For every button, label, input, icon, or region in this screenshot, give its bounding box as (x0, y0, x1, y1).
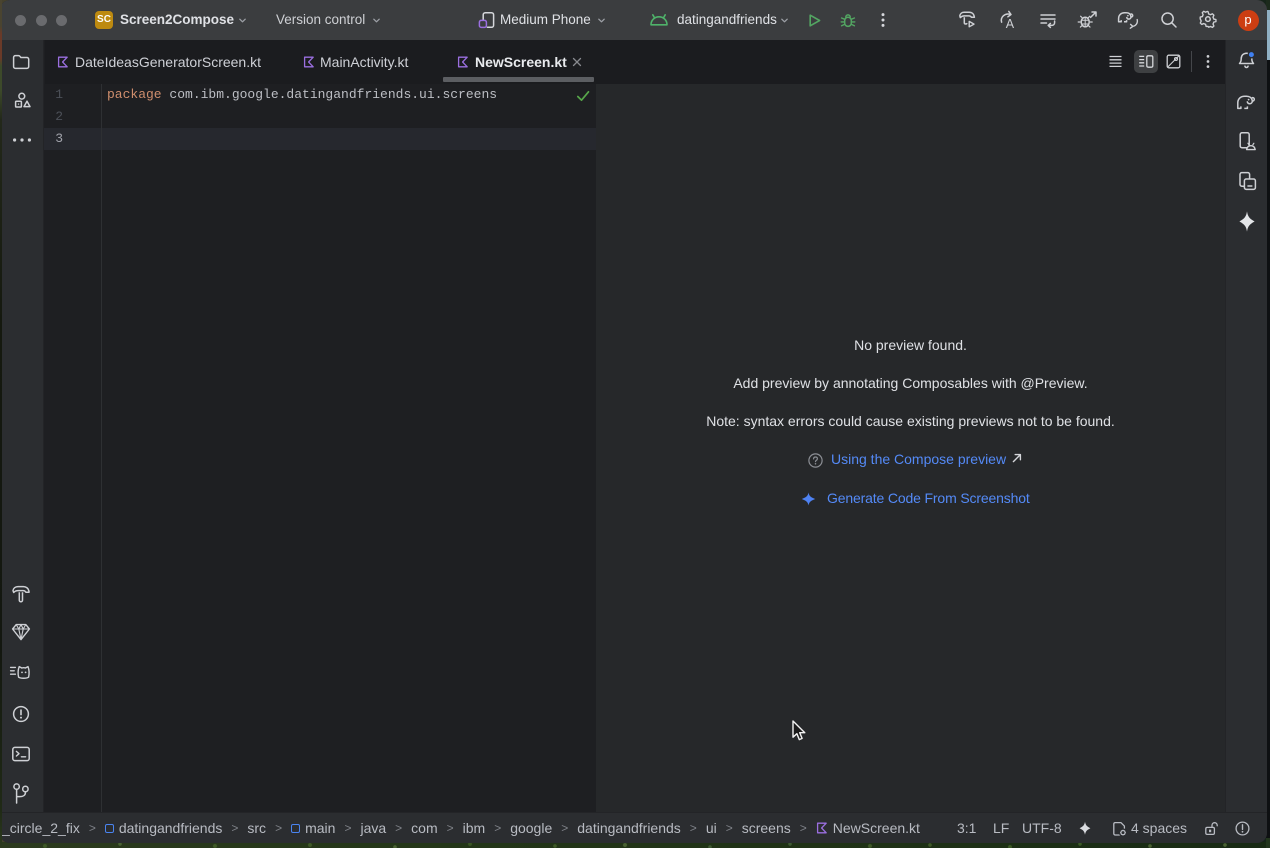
svg-text:A: A (1006, 17, 1015, 31)
